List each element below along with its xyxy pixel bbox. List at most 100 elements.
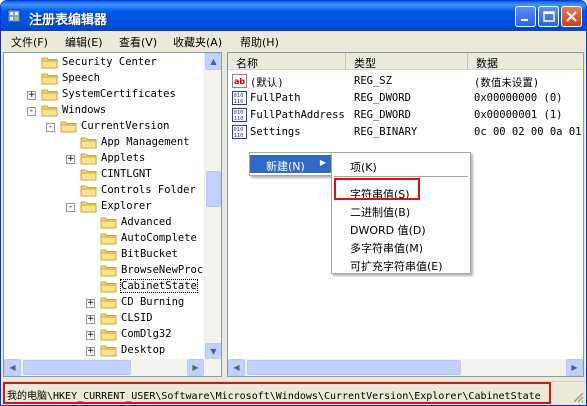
submenu-key[interactable]: 项(K) bbox=[332, 156, 470, 174]
expand-icon[interactable]: + bbox=[66, 155, 75, 164]
values-scroll-left-button[interactable]: ◀ bbox=[228, 359, 245, 376]
minimize-icon bbox=[521, 19, 528, 21]
collapse-icon[interactable]: - bbox=[46, 123, 55, 132]
expand-icon[interactable]: + bbox=[27, 91, 36, 100]
column-header-data[interactable]: 数据 bbox=[468, 53, 583, 70]
regedit-window: 注册表编辑器 文件(F) 编辑(E) 查看(V) 收藏夹(A) 帮助(H) Se… bbox=[0, 0, 587, 406]
folder-icon bbox=[80, 169, 97, 181]
new-submenu: 项(K) 字符串值(S) 二进制值(B) DWORD 值(D) 多字符串值(M)… bbox=[331, 152, 471, 274]
submenu-multi-string-value[interactable]: 多字符串值(M) bbox=[332, 237, 470, 255]
folder-icon bbox=[100, 281, 117, 293]
resize-grip-icon[interactable] bbox=[572, 391, 584, 403]
tree-node-label: SystemCertificates bbox=[62, 88, 176, 100]
tree-vertical-scrollbar[interactable]: ▲ ▼ bbox=[204, 53, 221, 360]
column-header-type[interactable]: 类型 bbox=[346, 53, 468, 70]
folder-icon bbox=[100, 313, 117, 325]
menu-file[interactable]: 文件(F) bbox=[11, 34, 48, 50]
value-row[interactable]: ab (默认) REG_SZ (数值未设置) bbox=[228, 73, 583, 90]
tree-node-label: Windows bbox=[62, 104, 107, 116]
value-data: 0x00000000 (0) bbox=[474, 92, 563, 104]
tree-node-label: Controls Folder bbox=[101, 184, 196, 196]
expand-icon[interactable]: + bbox=[86, 331, 95, 340]
hscroll-thumb[interactable] bbox=[23, 360, 131, 375]
tree-node-label: BrowseNewProce bbox=[121, 264, 210, 276]
value-name: (默认) bbox=[250, 77, 284, 89]
menu-new-label: 新建(N) bbox=[266, 160, 305, 173]
folder-icon bbox=[100, 233, 117, 245]
menu-new[interactable]: 新建(N) ▶ bbox=[250, 155, 332, 173]
tree-horizontal-scrollbar[interactable]: ◀ ▶ bbox=[4, 359, 221, 376]
value-name: Settings bbox=[250, 126, 301, 138]
svg-text:110: 110 bbox=[234, 133, 244, 139]
binary-value-icon: 010110 bbox=[232, 91, 247, 105]
collapse-icon[interactable]: - bbox=[27, 107, 36, 116]
values-scroll-right-button[interactable]: ▶ bbox=[566, 359, 583, 376]
column-header-name[interactable]: 名称 bbox=[228, 53, 346, 70]
folder-icon bbox=[100, 217, 117, 229]
folder-icon bbox=[80, 201, 97, 213]
folder-icon bbox=[41, 73, 58, 85]
minimize-button[interactable] bbox=[515, 6, 536, 27]
value-type: REG_SZ bbox=[354, 75, 392, 87]
value-data: 0x00000001 (1) bbox=[474, 109, 563, 121]
tree-node-label: Speech bbox=[62, 72, 100, 84]
binary-value-icon: 010110 bbox=[232, 108, 247, 122]
value-row[interactable]: 010 110 FullPath REG_DWORD 0x00000000 (0) bbox=[228, 90, 583, 107]
folder-icon bbox=[41, 57, 58, 69]
value-row[interactable]: 010 110 Settings REG_BINARY 0c 00 02 00 0a 0… bbox=[228, 124, 583, 141]
svg-text:ab: ab bbox=[234, 77, 245, 86]
menu-favorites[interactable]: 收藏夹(A) bbox=[173, 34, 222, 50]
expand-icon[interactable]: + bbox=[86, 347, 95, 356]
collapse-icon[interactable]: - bbox=[66, 203, 75, 212]
scroll-right-button[interactable]: ▶ bbox=[187, 359, 204, 376]
scroll-down-button[interactable]: ▼ bbox=[205, 343, 221, 360]
title-bar[interactable]: 注册表编辑器 bbox=[1, 1, 586, 31]
value-data: 0c 00 02 00 0a 01 bbox=[474, 126, 582, 138]
tree-node-label: AutoComplete bbox=[121, 232, 197, 244]
folder-icon bbox=[100, 249, 117, 261]
tree-node-label: Applets bbox=[101, 152, 146, 164]
menu-edit[interactable]: 编辑(E) bbox=[65, 34, 103, 50]
value-type: REG_DWORD bbox=[354, 92, 411, 104]
svg-text:110: 110 bbox=[234, 116, 244, 122]
regedit-app-icon bbox=[7, 9, 21, 23]
scroll-left-button[interactable]: ◀ bbox=[4, 359, 21, 376]
maximize-button[interactable] bbox=[538, 6, 559, 27]
tree-node-label: CurrentVersion bbox=[81, 120, 170, 132]
string-value-icon: ab bbox=[232, 74, 247, 88]
tree-node-label: Security Center bbox=[62, 56, 157, 68]
value-type: REG_BINARY bbox=[354, 126, 418, 138]
values-hscroll-thumb[interactable] bbox=[247, 360, 461, 375]
close-button[interactable] bbox=[561, 6, 582, 27]
tree-node-label: ComDlg32 bbox=[121, 328, 172, 340]
submenu-binary-value[interactable]: 二进制值(B) bbox=[332, 201, 470, 219]
scroll-up-button[interactable]: ▲ bbox=[205, 53, 221, 70]
menu-help[interactable]: 帮助(H) bbox=[240, 34, 279, 50]
folder-icon bbox=[80, 185, 97, 197]
submenu-dword-value[interactable]: DWORD 值(D) bbox=[332, 219, 470, 237]
folder-icon bbox=[41, 89, 58, 101]
tree-node-label: CLSID bbox=[121, 312, 153, 324]
value-row[interactable]: 010 110 FullPathAddress REG_DWORD 0x00000001… bbox=[228, 107, 583, 124]
tree-node-label: BitBucket bbox=[121, 248, 178, 260]
value-name: FullPathAddress bbox=[250, 109, 345, 121]
scroll-thumb[interactable] bbox=[206, 171, 221, 207]
expand-icon[interactable]: + bbox=[86, 315, 95, 324]
tree-node-label: Advanced bbox=[121, 216, 172, 228]
submenu-expandable-string-value[interactable]: 可扩充字符串值(E) bbox=[332, 255, 470, 273]
tree-node-label: CINTLGNT bbox=[101, 168, 152, 180]
folder-icon bbox=[60, 121, 77, 133]
submenu-separator bbox=[334, 176, 468, 177]
key-tree-pane[interactable]: Security Center Speech SystemCertificates +… bbox=[3, 52, 222, 377]
folder-icon bbox=[80, 153, 97, 165]
tree-node-label: App Management bbox=[101, 136, 190, 148]
folder-icon bbox=[100, 297, 117, 309]
expand-icon[interactable]: + bbox=[86, 299, 95, 308]
menu-view[interactable]: 查看(V) bbox=[119, 34, 157, 50]
menu-bar: 文件(F) 编辑(E) 查看(V) 收藏夹(A) 帮助(H) bbox=[1, 31, 586, 51]
value-name: FullPath bbox=[250, 92, 301, 104]
annotation-box-string-value bbox=[334, 178, 420, 200]
folder-icon bbox=[100, 345, 117, 357]
values-horizontal-scrollbar[interactable]: ◀ ▶ bbox=[228, 359, 583, 376]
context-menu: 新建(N) ▶ bbox=[249, 152, 333, 176]
